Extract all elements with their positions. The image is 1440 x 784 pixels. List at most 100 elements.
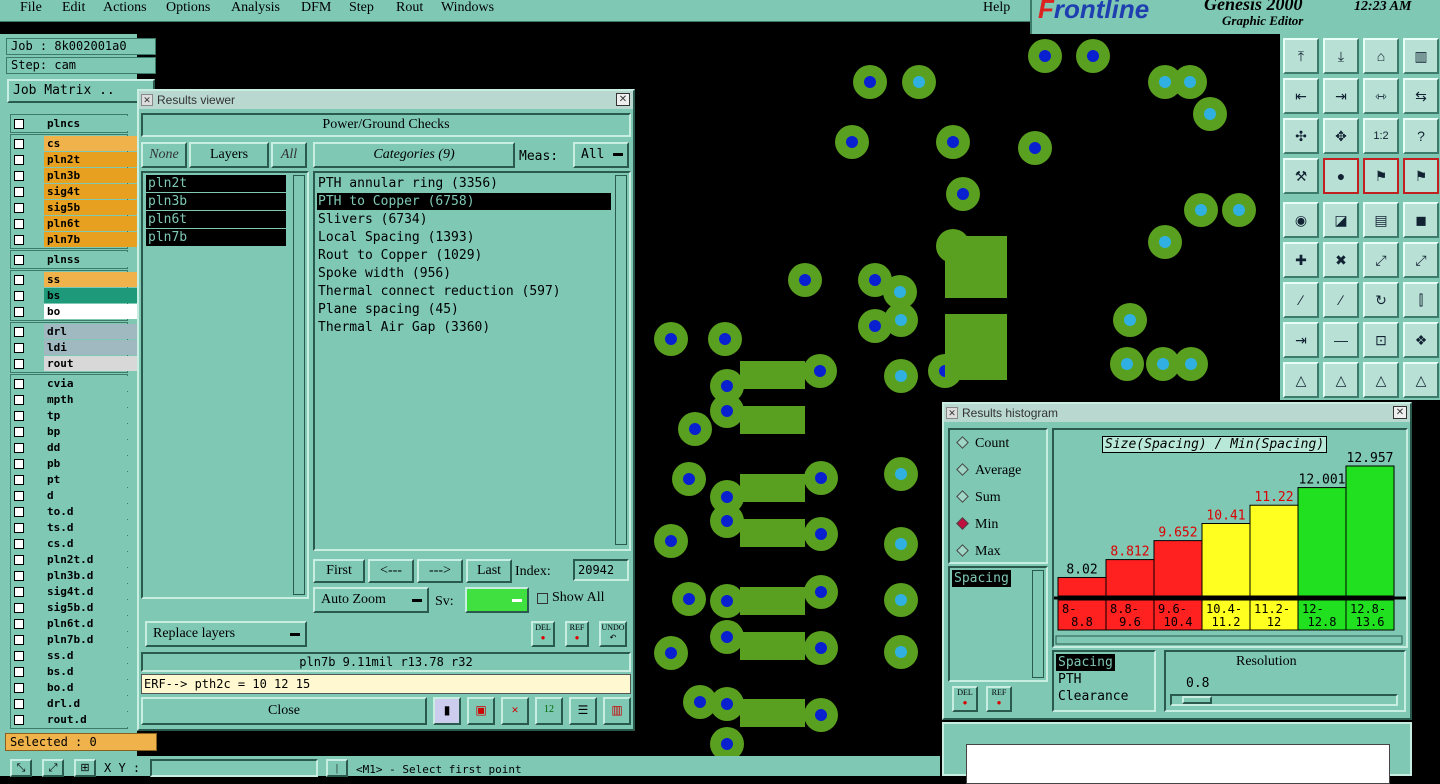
mode-radio-average[interactable]: Average [956, 463, 1021, 479]
layer-name[interactable]: pln6t.d [44, 616, 138, 631]
layer-checkbox[interactable] [14, 307, 24, 317]
scrollbar[interactable] [1032, 570, 1044, 678]
layer-name[interactable]: ss.d [44, 648, 138, 663]
split-icon[interactable]: ⇥ [1283, 322, 1319, 358]
layer-row[interactable]: pb [10, 456, 138, 472]
close-button[interactable]: Close [141, 697, 427, 725]
layer-name[interactable]: pt [44, 472, 138, 487]
layer-checkbox[interactable] [14, 119, 24, 129]
layer-name[interactable]: cs [44, 136, 138, 151]
resolution-slider[interactable] [1170, 694, 1398, 706]
layer-checkbox[interactable] [14, 187, 24, 197]
move-right-icon[interactable]: ⇥ [1323, 78, 1359, 114]
layer-checkbox[interactable] [14, 443, 24, 453]
layer-name[interactable]: bp [44, 424, 138, 439]
layer-row[interactable]: sig4t.d [10, 584, 138, 600]
sv-color-dropdown[interactable] [465, 587, 529, 613]
layer-name[interactable]: ldi [44, 340, 138, 355]
show-all-checkbox[interactable] [537, 593, 548, 604]
layer-name[interactable]: drl [44, 324, 138, 339]
layer-name[interactable]: dd [44, 440, 138, 455]
layer-row[interactable]: drl.d [10, 696, 138, 712]
window-menu-icon[interactable]: ✕ [141, 94, 153, 106]
layer-checkbox[interactable] [14, 651, 24, 661]
scrollbar[interactable] [293, 175, 305, 595]
ref-cross-icon[interactable]: ✕ [501, 697, 529, 725]
category-item[interactable]: Thermal Air Gap (3360) [317, 319, 611, 336]
select-icon[interactable]: ◉ [1283, 202, 1319, 238]
ruler-icon[interactable]: ▤ [1363, 202, 1399, 238]
menu-analysis[interactable]: Analysis [231, 0, 280, 16]
none-button[interactable]: None [141, 142, 187, 168]
layer-name[interactable]: tp [44, 408, 138, 423]
job-matrix-button[interactable]: Job Matrix .. [7, 79, 155, 103]
layer-name[interactable]: ss [44, 272, 138, 287]
layer-name[interactable]: pln6t [44, 216, 138, 231]
menu-windows[interactable]: Windows [441, 0, 494, 16]
categories-button[interactable]: Categories (9) [313, 142, 515, 168]
layer-row[interactable]: cs [10, 136, 138, 152]
shape-icon[interactable]: ◪ [1323, 202, 1359, 238]
layer-row[interactable]: sig5b [10, 200, 138, 216]
menu-rout[interactable]: Rout [396, 0, 423, 16]
layer-row[interactable]: ldi [10, 340, 138, 356]
layer-checkbox[interactable] [14, 523, 24, 533]
layer-name[interactable]: bs [44, 288, 138, 303]
layout-icon[interactable]: ▥ [1403, 38, 1439, 74]
layer-row[interactable]: ts.d [10, 520, 138, 536]
layer-row[interactable]: pln2t [10, 152, 138, 168]
results-viewer-titlebar[interactable]: ✕ Results viewer ✕ [139, 91, 633, 109]
layer-checkbox[interactable] [14, 619, 24, 629]
category-item[interactable]: PTH to Copper (6758) [317, 193, 611, 210]
layer-row[interactable]: ss [10, 272, 138, 288]
layer-name[interactable]: bo [44, 304, 138, 319]
layer-row[interactable]: bo.d [10, 680, 138, 696]
close-icon[interactable]: ✕ [1393, 406, 1407, 419]
window-menu-icon[interactable]: ✕ [946, 407, 958, 419]
layer-row[interactable]: bs.d [10, 664, 138, 680]
layer-row[interactable]: pt [10, 472, 138, 488]
cross-icon[interactable]: ✖ [1323, 242, 1359, 278]
layer-checkbox[interactable] [14, 635, 24, 645]
triangle-icon[interactable]: △ [1363, 362, 1399, 398]
layer-name[interactable]: plncs [44, 116, 138, 131]
marker-icon[interactable]: ▣ [467, 697, 495, 725]
mode-radio-sum[interactable]: Sum [956, 490, 1001, 506]
layer-checkbox[interactable] [14, 491, 24, 501]
layer-row[interactable]: bp [10, 424, 138, 440]
layer-checkbox[interactable] [14, 203, 24, 213]
tool-icon[interactable]: ⚒ [1283, 158, 1319, 194]
histogram-icon[interactable]: ▥ [603, 697, 631, 725]
dash-icon[interactable]: — [1323, 322, 1359, 358]
histogram-bar[interactable] [1345, 465, 1395, 597]
report-icon[interactable]: ☰ [569, 697, 597, 725]
layer-checkbox[interactable] [14, 395, 24, 405]
layer-row[interactable]: tp [10, 408, 138, 424]
list-item[interactable]: Spacing [952, 570, 1011, 587]
category-item[interactable]: Slivers (6734) [317, 211, 611, 228]
arrow-icon[interactable]: ⤢ [1403, 242, 1439, 278]
menu-help[interactable]: Help [983, 0, 1010, 16]
layer-checkbox[interactable] [14, 275, 24, 285]
layer-row[interactable]: plnss [10, 252, 138, 268]
layer-checkbox[interactable] [14, 379, 24, 389]
layer-row[interactable]: mpth [10, 392, 138, 408]
flag-icon[interactable]: ⚑ [1363, 158, 1399, 194]
list-item[interactable]: Spacing [1056, 654, 1115, 671]
layer-name[interactable]: rout [44, 356, 138, 371]
category-item[interactable]: Spoke width (956) [317, 265, 611, 282]
first-button[interactable]: First [313, 559, 365, 583]
line-icon[interactable]: ∕ [1283, 282, 1319, 318]
layer-row[interactable]: plncs [10, 116, 138, 132]
layer-checkbox[interactable] [14, 475, 24, 485]
category-item[interactable]: PTH annular ring (3356) [317, 175, 611, 192]
layer-checkbox[interactable] [14, 603, 24, 613]
expand-icon[interactable]: ⇿ [1363, 78, 1399, 114]
move-down-icon[interactable]: ⤓ [1323, 38, 1359, 74]
arrow-icon[interactable]: ⤢ [1363, 242, 1399, 278]
menu-file[interactable]: File [20, 0, 42, 16]
help-icon[interactable]: ? [1403, 118, 1439, 154]
meas-dropdown[interactable]: All [573, 142, 629, 168]
grid-tool-icon[interactable]: ⊞ [74, 759, 96, 777]
layer-checkbox[interactable] [14, 699, 24, 709]
